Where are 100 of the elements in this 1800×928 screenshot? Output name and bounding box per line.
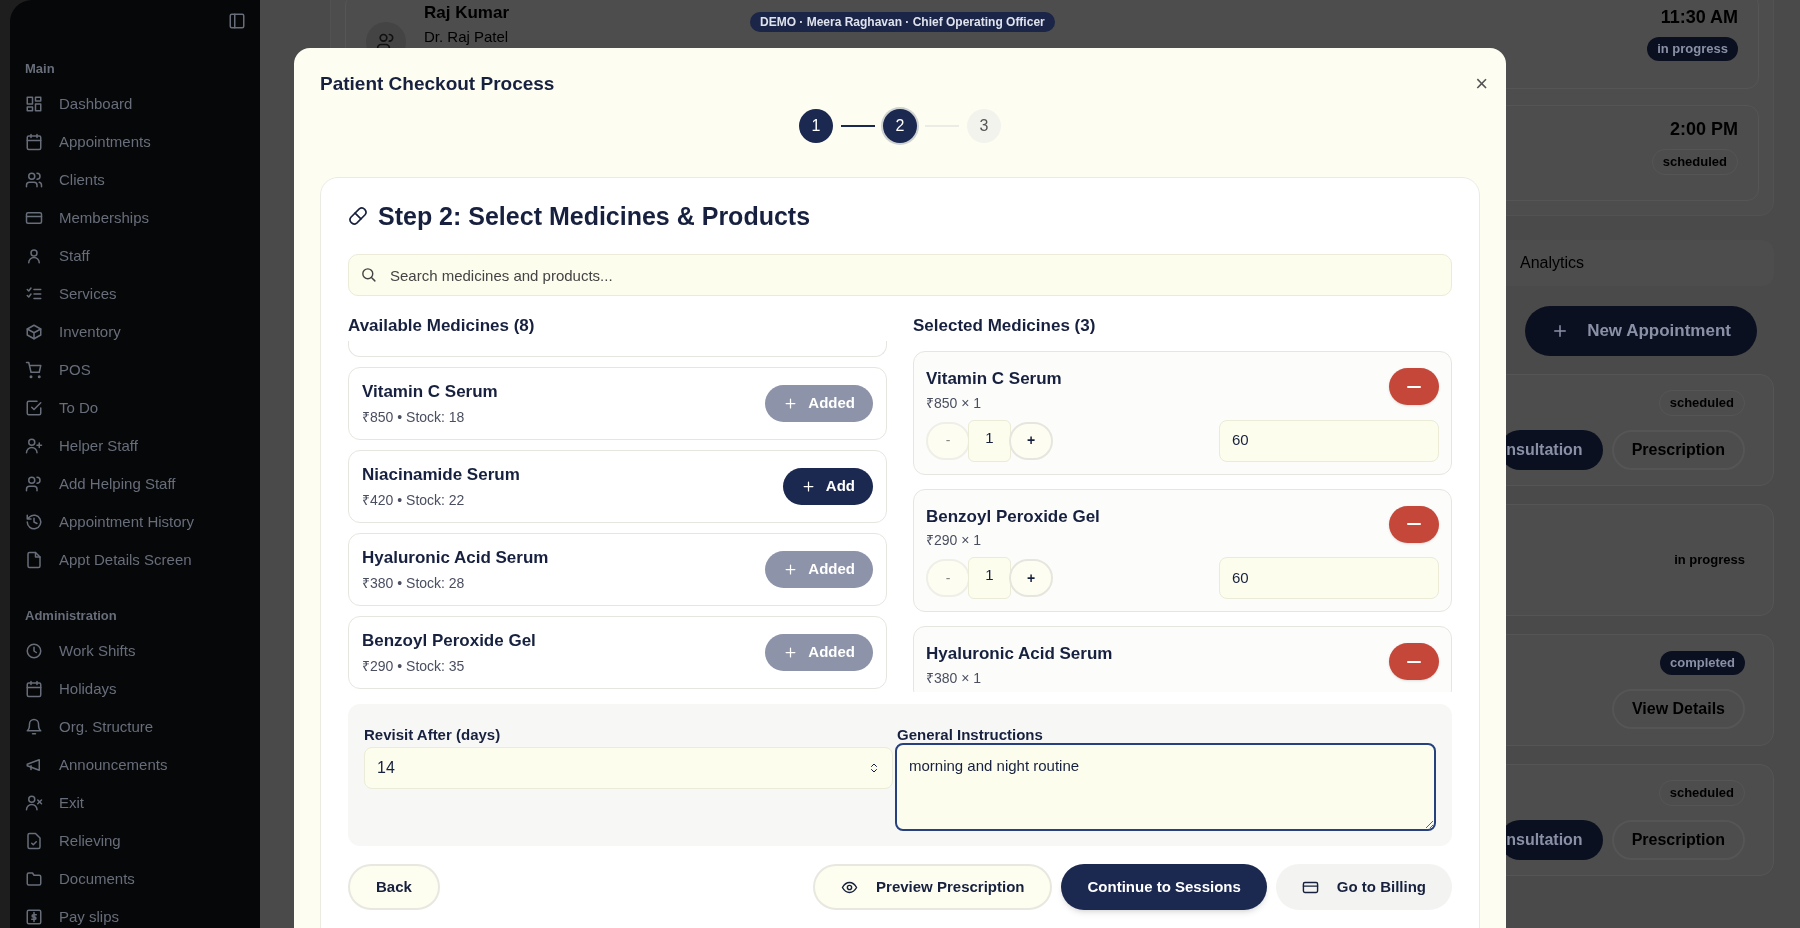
pill-icon	[348, 206, 368, 227]
sidebar-item[interactable]: Inventory	[10, 313, 260, 351]
sidebar-item[interactable]: Documents	[10, 860, 260, 898]
appointment-time: 2:00 PM	[1669, 118, 1738, 141]
sidebar-item[interactable]: Holidays	[10, 670, 260, 708]
quantity-field[interactable]: 1	[968, 419, 1011, 462]
sidebar-item[interactable]: Relieving	[10, 822, 260, 860]
calendar-icon	[25, 680, 43, 698]
section-label: Administration	[24, 607, 118, 626]
action-button[interactable]: Go to Billing	[1275, 864, 1452, 910]
tab[interactable]: Analytics	[1519, 251, 1584, 275]
section-heading: Available Medicines (8)	[348, 316, 536, 336]
quantity-field[interactable]: 1	[968, 557, 1011, 599]
checkbox-icon	[25, 399, 43, 417]
sidebar-item[interactable]: Helper Staff	[10, 427, 260, 465]
medicine-detail: ₹290 × 1	[926, 531, 983, 550]
add-button[interactable]: Added	[765, 385, 873, 422]
close-button[interactable]: ×	[1475, 73, 1488, 96]
megaphone-icon	[25, 756, 43, 774]
cart-icon	[25, 361, 43, 379]
users-icon	[25, 171, 43, 189]
remove-button[interactable]	[1389, 643, 1439, 680]
bell-icon	[25, 718, 43, 736]
search-icon	[360, 266, 377, 283]
appointment-button[interactable]: Prescription	[1611, 429, 1745, 470]
medicine-name: Benzoyl Peroxide Gel	[926, 505, 1100, 528]
medicine-detail: ₹850 • Stock: 18	[362, 407, 466, 427]
plus-icon	[783, 562, 799, 577]
decrement-button[interactable]: -	[926, 421, 970, 460]
dollar-icon	[25, 908, 43, 926]
client-name: Raj Kumar	[424, 2, 510, 24]
appointment-button[interactable]: Prescription	[1611, 819, 1745, 860]
calendar-icon	[25, 133, 43, 151]
sidebar-item[interactable]: Memberships	[10, 199, 260, 237]
users-icon	[25, 475, 43, 493]
user-plus-icon	[25, 437, 43, 455]
medicine-detail: ₹850 × 1	[926, 393, 983, 413]
sidebar-item[interactable]: Exit	[10, 784, 260, 822]
history-icon	[25, 513, 43, 531]
modal-title: Patient Checkout Process	[320, 72, 555, 96]
add-button[interactable]: Added	[765, 551, 873, 588]
sidebar-item[interactable]: Dashboard	[10, 85, 260, 123]
file-icon	[25, 551, 43, 569]
medicine-name: Vitamin C Serum	[362, 381, 498, 404]
sidebar-item[interactable]: Add Helping Staff	[10, 465, 260, 503]
search-field[interactable]: Search medicines and products...	[348, 254, 1452, 296]
step-indicator: 1	[799, 108, 833, 143]
doctor-name: Dr. Raj Patel	[424, 26, 510, 47]
increment-button[interactable]: +	[1009, 559, 1053, 597]
sidebar-item[interactable]: Appt Details Screen	[10, 541, 260, 579]
sidebar-item[interactable]: Work Shifts	[10, 632, 260, 670]
section-label: Main	[24, 60, 56, 79]
action-button[interactable]: Preview Prescription	[813, 864, 1053, 910]
new-appointment-button[interactable]: New Appointment	[1525, 306, 1757, 356]
user-x-icon	[25, 794, 43, 812]
medicine-name: Niacinamide Serum	[362, 464, 520, 487]
sidebar-item[interactable]: Appointments	[10, 123, 260, 161]
sidebar-item[interactable]: Appointment History	[10, 503, 260, 541]
box-icon	[25, 323, 43, 341]
sidebar-item[interactable]: Clients	[10, 161, 260, 199]
demo-badge: DEMO · Meera Raghavan · Chief Operating Officer	[750, 12, 1055, 32]
section-heading: Selected Medicines (3)	[913, 316, 1097, 336]
duration-field[interactable]: 60	[1219, 557, 1439, 599]
step-indicator: 2	[883, 108, 917, 143]
sidebar-toggle-icon	[228, 12, 246, 30]
minus-icon	[1407, 523, 1421, 525]
sidebar-item[interactable]: Staff	[10, 237, 260, 275]
plus-icon	[800, 479, 816, 494]
spinner-icon	[868, 762, 880, 774]
remove-button[interactable]	[1389, 505, 1439, 543]
plus-icon	[783, 396, 799, 411]
sidebar-item[interactable]: To Do	[10, 389, 260, 427]
clock-icon	[25, 642, 43, 660]
add-button[interactable]: Added	[765, 634, 873, 671]
instructions-field[interactable]: morning and night routine	[895, 743, 1436, 831]
action-button[interactable]: Continue to Sessions	[1061, 864, 1267, 910]
sidebar-item[interactable]: Announcements	[10, 746, 260, 784]
action-button[interactable]: Back	[348, 864, 440, 910]
duration-field[interactable]: 60	[1219, 419, 1439, 462]
folder-icon	[25, 870, 43, 888]
step-indicator: 3	[967, 108, 1001, 143]
appointment-button[interactable]: View Details	[1611, 688, 1745, 729]
sidebar-item[interactable]: Services	[10, 275, 260, 313]
user-icon	[25, 247, 43, 265]
decrement-button[interactable]: -	[926, 559, 970, 597]
medicine-detail: ₹290 • Stock: 35	[362, 656, 466, 676]
status-badge: in progress	[1647, 37, 1738, 61]
status-label: in progress	[1674, 551, 1745, 570]
sidebar-item[interactable]: Org. Structure	[10, 708, 260, 746]
appointment-time: 11:30 AM	[1660, 6, 1738, 29]
medicine-name: Hyaluronic Acid Serum	[926, 643, 1113, 665]
card-icon	[25, 209, 43, 227]
revisit-field[interactable]: 14	[364, 747, 893, 789]
sidebar-item[interactable]: POS	[10, 351, 260, 389]
medicine-name: Hyaluronic Acid Serum	[362, 547, 549, 570]
file-check-icon	[25, 832, 43, 850]
add-button[interactable]: Add	[782, 468, 873, 505]
remove-button[interactable]	[1389, 368, 1439, 405]
increment-button[interactable]: +	[1009, 421, 1053, 460]
sidebar-item[interactable]: Pay slips	[10, 898, 260, 928]
